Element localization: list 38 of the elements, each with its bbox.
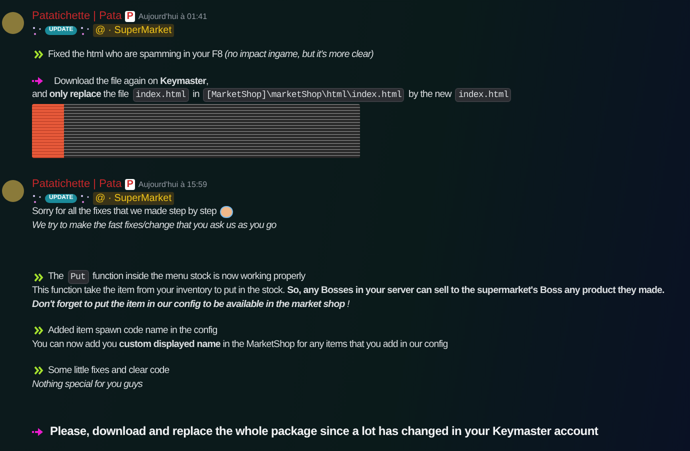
role-mention[interactable]: @ · SuperMarket [93, 192, 174, 205]
message-text: and only replace the file [32, 88, 129, 102]
inline-code: index.html [132, 88, 189, 102]
timestamp: Aujourd'hui à 01:41 [138, 12, 208, 20]
arrow-icon [32, 77, 43, 86]
message-text: Please, download and replace the whole package since a lot has changed in your Keymaster account [50, 425, 598, 438]
avatar [2, 180, 24, 202]
timestamp: Aujourd'hui à 15:59 [138, 180, 208, 188]
double-chevron-icon [34, 50, 44, 60]
message-text: Some little fixes and clear code [48, 364, 170, 378]
sparkle-icon [32, 26, 42, 35]
message-text: Don't forget to put the item in our config to be available in the market shop ! [32, 298, 350, 311]
message-text: Added item spawn code name in the config [48, 324, 218, 338]
double-chevron-icon [34, 366, 44, 376]
double-chevron-icon [34, 326, 44, 336]
message-text: by the new [408, 88, 452, 102]
role-mention[interactable]: @ · SuperMarket [93, 24, 174, 37]
message-text: You can now add you custom displayed name in the MarketShop for any items that you add in our config [32, 338, 448, 351]
author-badge: P [124, 179, 136, 190]
message-text: This function take the item from your inventory to put in the stock. So, any Bosses in your server can sell to the supermarket's Boss any product they made. [32, 284, 664, 298]
message-text: Fixed the html who are spamming in your F8 (no impact ingame, but it's more clear) [48, 48, 374, 62]
inline-code: [MarketShop]\marketShop\html\index.html [203, 88, 404, 102]
author-badge: P [124, 11, 136, 22]
arrow-icon [32, 428, 43, 436]
message-text: Download the file again on Keymaster, [54, 74, 208, 88]
message-text: Sorry for all the fixes that we made step by step [32, 205, 216, 218]
inline-code: index.html [455, 88, 512, 102]
message-text: The [48, 270, 64, 284]
message-text: in [192, 88, 200, 102]
message-text: function inside the menu stock is now working properly [92, 270, 306, 284]
sparkle-icon [32, 194, 42, 203]
message-text: Nothing special for you guys [32, 378, 142, 391]
sparkle-icon [80, 194, 90, 203]
double-chevron-icon [34, 272, 44, 282]
inline-code: Put [68, 270, 89, 284]
message-text: We try to make the fast fixes/change that you ask us as you go [32, 218, 276, 232]
avatar [2, 12, 24, 34]
sparkle-icon [80, 26, 90, 35]
